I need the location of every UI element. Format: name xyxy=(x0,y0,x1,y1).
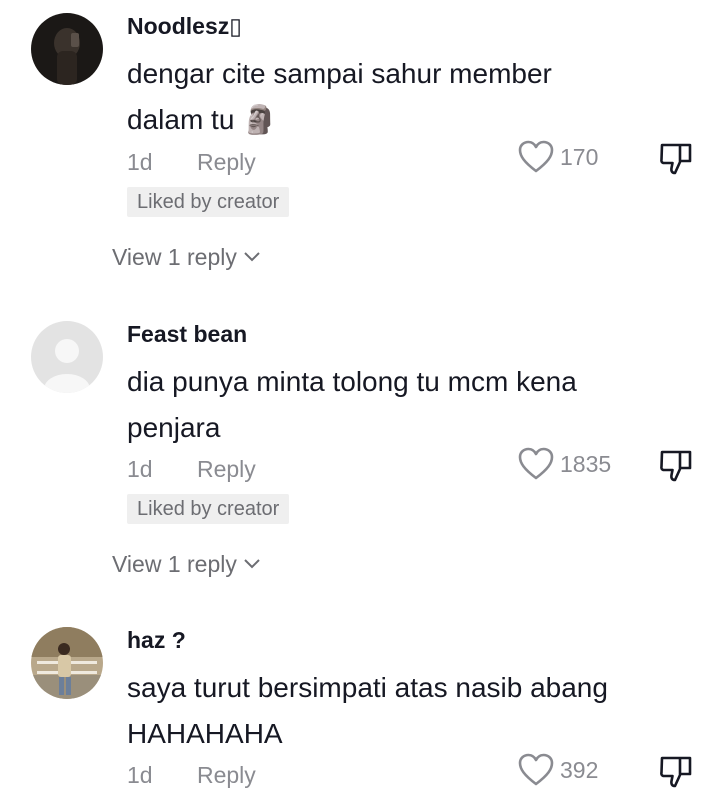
view-replies-label: View 1 reply xyxy=(112,551,237,577)
thumbs-down-icon xyxy=(660,756,692,788)
avatar[interactable] xyxy=(31,627,103,699)
comment-time: 1d xyxy=(127,149,153,175)
liked-by-creator-badge: Liked by creator xyxy=(127,494,290,524)
heart-outline-icon xyxy=(518,753,554,786)
comment-time: 1d xyxy=(127,456,153,482)
like-button[interactable]: 170 xyxy=(518,139,598,175)
comment-text-line: HAHAHAHA xyxy=(127,718,283,749)
thumbs-down-icon xyxy=(660,450,692,482)
comment-text-line: dengar cite sampai sahur member xyxy=(127,58,552,89)
comment-text: dia punya minta tolong tu mcm kena penja… xyxy=(127,359,667,451)
heart-outline-icon xyxy=(518,140,554,173)
comment-username[interactable]: Feast bean xyxy=(127,321,247,347)
default-person-avatar-icon xyxy=(31,321,103,393)
comment-meta: 1d Reply xyxy=(127,761,256,789)
comment-text: saya turut bersimpati atas nasib abang H… xyxy=(127,665,667,757)
like-button[interactable]: 392 xyxy=(518,752,598,788)
like-count: 1835 xyxy=(560,450,612,477)
comment-username[interactable]: haz ? xyxy=(127,627,186,653)
reply-button[interactable]: Reply xyxy=(197,456,256,482)
thumbs-down-icon xyxy=(660,143,692,175)
chevron-down-icon xyxy=(244,252,260,262)
dark-photo-avatar-icon xyxy=(31,13,103,85)
view-replies-button[interactable]: View 1 reply xyxy=(112,550,261,578)
chevron-down-icon xyxy=(244,559,260,569)
comment-item: haz ? saya turut bersimpati atas nasib a… xyxy=(0,627,720,789)
view-replies-label: View 1 reply xyxy=(112,244,237,270)
comment-text-line: penjara xyxy=(127,412,221,443)
view-replies-button[interactable]: View 1 reply xyxy=(112,243,261,271)
like-count: 170 xyxy=(560,143,599,170)
avatar[interactable] xyxy=(31,321,103,393)
comment-text-line: saya turut bersimpati atas nasib abang xyxy=(127,672,608,703)
dislike-button[interactable] xyxy=(658,140,694,176)
comment-text-line: dia punya minta tolong tu mcm kena xyxy=(127,366,577,397)
heart-outline-icon xyxy=(518,447,554,480)
like-button[interactable]: 1835 xyxy=(518,446,611,482)
comment-item: Noodlesz▯ dengar cite sampai sahur membe… xyxy=(0,13,720,283)
reply-button[interactable]: Reply xyxy=(197,762,256,788)
comment-text: dengar cite sampai sahur member dalam tu… xyxy=(127,51,667,143)
comment-username[interactable]: Noodlesz▯ xyxy=(127,13,242,39)
comment-meta: 1d Reply xyxy=(127,148,256,176)
avatar[interactable] xyxy=(31,13,103,85)
reply-button[interactable]: Reply xyxy=(197,149,256,175)
dislike-button[interactable] xyxy=(658,447,694,483)
liked-by-creator-badge: Liked by creator xyxy=(127,187,290,217)
like-count: 392 xyxy=(560,756,599,783)
comment-meta: 1d Reply xyxy=(127,455,256,483)
comment-item: Feast bean dia punya minta tolong tu mcm… xyxy=(0,321,720,591)
comment-time: 1d xyxy=(127,762,153,788)
dislike-button[interactable] xyxy=(658,753,694,789)
outdoor-photo-avatar-icon xyxy=(31,627,103,699)
comment-text-line: dalam tu 🗿 xyxy=(127,104,278,135)
